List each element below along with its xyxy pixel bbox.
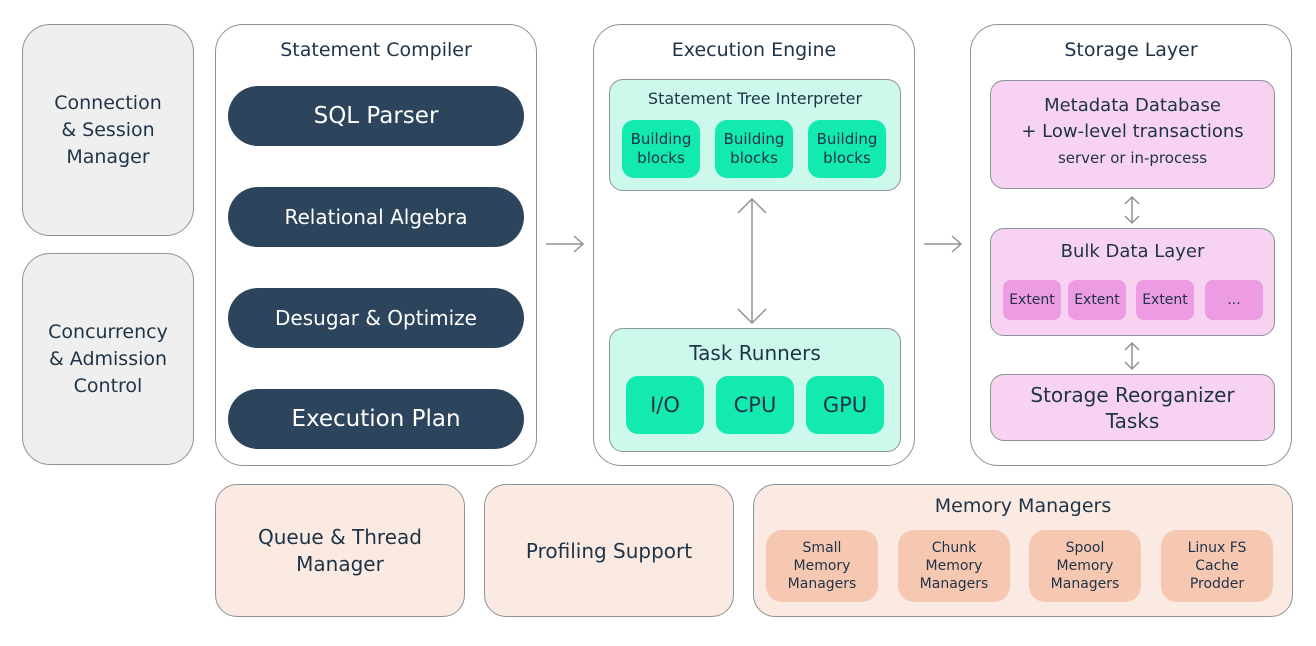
building-block: Building blocks xyxy=(622,120,700,178)
metadata-database-note: server or in-process xyxy=(1057,149,1208,167)
linux-fs-cache-prodder: Linux FS Cache Prodder xyxy=(1161,530,1273,602)
bulk-data-layer: Bulk Data Layer Extent Extent Extent ... xyxy=(990,228,1275,336)
statement-compiler: Statement Compiler SQL Parser Relational… xyxy=(215,24,537,466)
task-runner-cpu: CPU xyxy=(716,376,794,434)
extent-chip: Extent xyxy=(1136,280,1194,320)
queue-thread-manager: Queue & Thread Manager xyxy=(215,484,465,617)
compiler-stage-sql-parser: SQL Parser xyxy=(228,86,524,146)
extent-chip: Extent xyxy=(1003,280,1061,320)
memory-manager-spool: Spool Memory Managers xyxy=(1029,530,1141,602)
compiler-stage-execution-plan: Execution Plan xyxy=(228,389,524,449)
arrow-compiler-to-engine-icon xyxy=(546,235,585,253)
execution-engine: Execution Engine Statement Tree Interpre… xyxy=(593,24,915,466)
task-runners-title: Task Runners xyxy=(689,341,821,365)
storage-reorganizer-tasks: Storage Reorganizer Tasks xyxy=(990,374,1275,441)
memory-manager-small: Small Memory Managers xyxy=(766,530,878,602)
concurrency-admission-control: Concurrency & Admission Control xyxy=(22,253,194,465)
connection-session-manager-label: Connection & Session Manager xyxy=(54,91,162,168)
statement-tree-interpreter: Statement Tree Interpreter Building bloc… xyxy=(609,79,901,191)
building-block: Building blocks xyxy=(715,120,793,178)
task-runners: Task Runners I/O CPU GPU xyxy=(609,328,901,452)
arrow-engine-to-storage-icon xyxy=(924,235,963,253)
bidirectional-arrow-icon xyxy=(1124,341,1140,371)
execution-engine-title: Execution Engine xyxy=(671,39,837,61)
concurrency-admission-control-label: Concurrency & Admission Control xyxy=(48,320,168,397)
metadata-database-title: Metadata Database xyxy=(1044,95,1221,116)
metadata-database-subtitle: + Low-level transactions xyxy=(1021,121,1244,142)
bidirectional-arrow-icon xyxy=(737,197,767,325)
compiler-stage-relational-algebra: Relational Algebra xyxy=(228,187,524,247)
memory-manager-chunk: Chunk Memory Managers xyxy=(898,530,1010,602)
bidirectional-arrow-icon xyxy=(1124,195,1140,225)
task-runner-gpu: GPU xyxy=(806,376,884,434)
metadata-database: Metadata Database + Low-level transactio… xyxy=(990,80,1275,189)
memory-managers: Memory Managers Small Memory Managers Ch… xyxy=(753,484,1293,617)
profiling-support: Profiling Support xyxy=(484,484,734,617)
task-runner-io: I/O xyxy=(626,376,704,434)
extent-chip: Extent xyxy=(1068,280,1126,320)
storage-layer-title: Storage Layer xyxy=(1064,39,1198,61)
bulk-data-layer-title: Bulk Data Layer xyxy=(1060,241,1205,262)
memory-managers-title: Memory Managers xyxy=(934,495,1112,517)
compiler-stage-desugar-optimize: Desugar & Optimize xyxy=(228,288,524,348)
storage-layer: Storage Layer Metadata Database + Low-le… xyxy=(970,24,1292,466)
connection-session-manager: Connection & Session Manager xyxy=(22,24,194,236)
building-block: Building blocks xyxy=(808,120,886,178)
queue-thread-manager-label: Queue & Thread Manager xyxy=(258,524,422,576)
statement-compiler-title: Statement Compiler xyxy=(280,39,472,61)
statement-tree-interpreter-title: Statement Tree Interpreter xyxy=(647,89,863,108)
extent-more-chip: ... xyxy=(1205,280,1263,320)
storage-reorganizer-tasks-label: Storage Reorganizer Tasks xyxy=(1030,382,1235,433)
profiling-support-label: Profiling Support xyxy=(525,538,693,563)
